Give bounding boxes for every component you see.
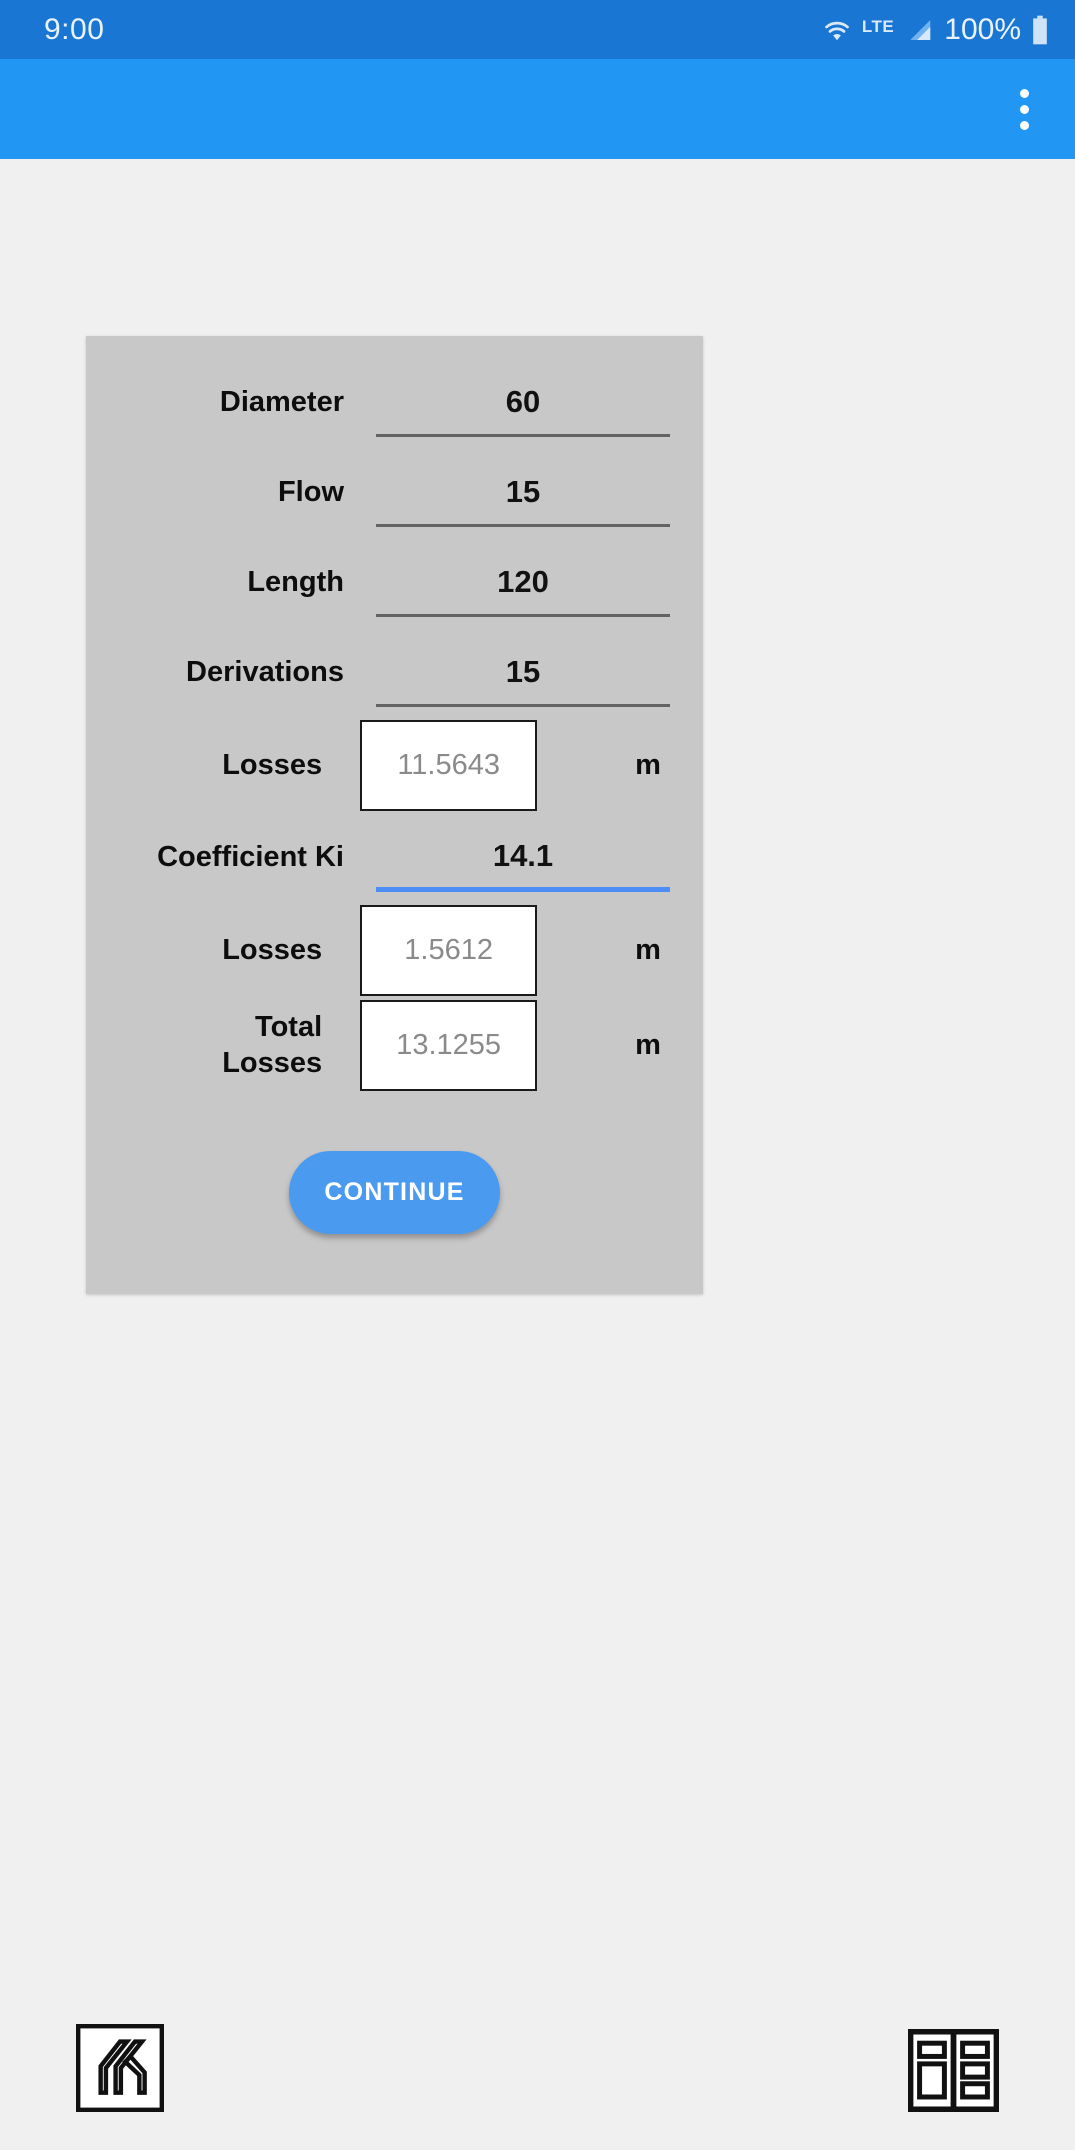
status-clock: 9:00 [44,12,105,46]
overflow-dot [1019,120,1029,130]
label-losses-secondary: Losses [222,933,323,966]
form-row-losses-secondary: Losses 1.5612 m [86,903,703,998]
footer-logos [0,1940,1075,2150]
value-flow: 15 [505,473,541,509]
label-total-losses: Total Losses [222,1011,323,1079]
label-length: Length [247,566,344,599]
input-length[interactable]: 120 [376,550,670,617]
building-columns-logo-icon [75,2023,165,2113]
overflow-dot [1019,104,1029,114]
form-row-total-losses: Total Losses 13.1255 m [86,998,703,1093]
output-losses-secondary: 1.5612 [360,905,538,996]
value-derivations: 15 [505,653,541,689]
battery-percentage: 100% [944,12,1021,46]
form-row-derivations: Derivations 15 [86,628,703,718]
signal-icon [904,17,934,43]
continue-button[interactable]: CONTINUE [289,1151,500,1234]
app-bar [0,59,1075,159]
more-options-icon[interactable] [993,59,1055,159]
input-derivations[interactable]: 15 [376,640,670,707]
form-row-length: Length 120 [86,538,703,628]
input-flow[interactable]: 15 [376,460,670,527]
form-row-flow: Flow 15 [86,448,703,538]
label-derivations: Derivations [186,656,344,689]
output-losses-primary: 11.5643 [360,720,538,811]
battery-icon [1031,15,1049,45]
network-type-label: LTE [861,16,895,36]
continue-button-container: CONTINUE [86,1093,703,1294]
value-losses-secondary: 1.5612 [404,934,493,966]
card-top-spacer [86,336,703,358]
value-coefficient-ki: 14.1 [492,837,554,873]
unit-losses-primary: m [635,749,661,781]
page-content: Diameter 60 Flow 15 Length 120 Derivatio… [0,159,1075,2150]
label-losses-primary: Losses [222,748,323,781]
label-diameter: Diameter [219,386,344,419]
form-row-losses-primary: Losses 11.5643 m [86,718,703,813]
value-diameter: 60 [505,383,541,419]
input-diameter[interactable]: 60 [376,370,670,437]
input-coefficient-ki[interactable]: 14.1 [376,825,670,892]
status-icons: LTE 100% [822,13,1049,47]
label-coefficient-ki: Coefficient Ki [157,841,344,874]
calculation-form-card: Diameter 60 Flow 15 Length 120 Derivatio… [86,336,703,1294]
unit-total-losses: m [635,1029,661,1061]
output-total-losses: 13.1255 [360,1000,538,1091]
panels-layout-logo-icon [907,2028,1000,2113]
wifi-icon [822,17,852,43]
value-length: 120 [497,563,549,599]
form-row-diameter: Diameter 60 [86,358,703,448]
value-losses-primary: 11.5643 [397,749,500,781]
form-row-coefficient-ki: Coefficient Ki 14.1 [86,813,703,903]
overflow-dot [1019,88,1029,98]
value-total-losses: 13.1255 [396,1029,502,1061]
status-bar: 9:00 LTE 100% [0,0,1075,59]
unit-losses-secondary: m [635,934,661,966]
label-flow: Flow [277,476,344,509]
